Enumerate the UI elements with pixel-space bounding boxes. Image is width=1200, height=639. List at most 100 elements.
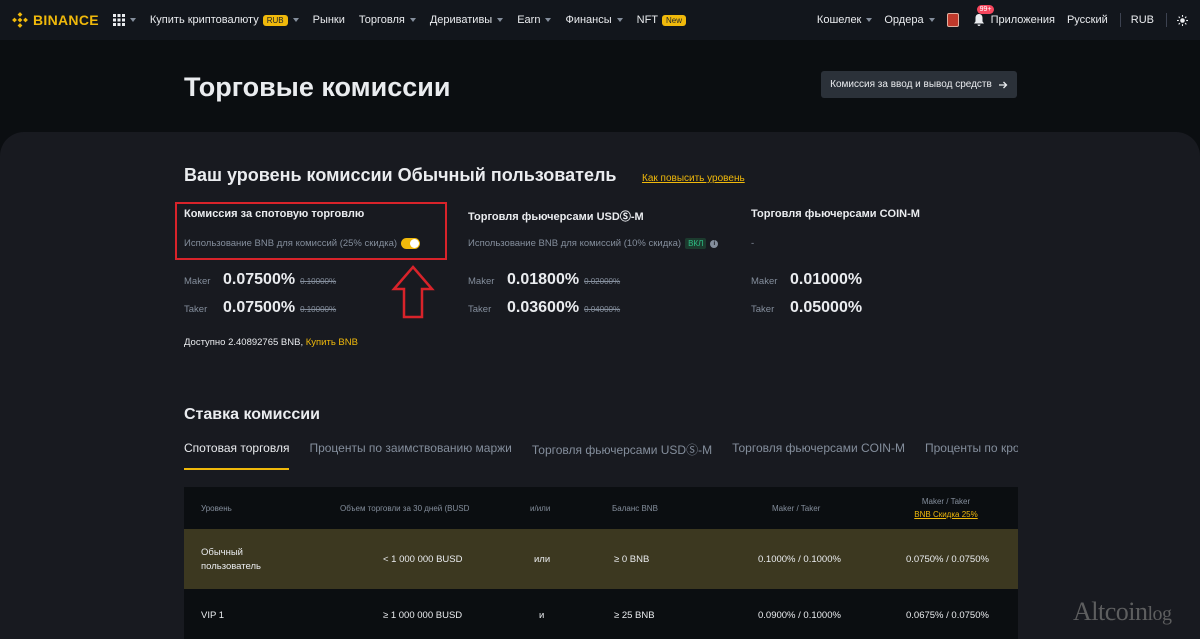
usdm-fee-title: Торговля фьючерсами USDⓈ-M: [468, 211, 644, 223]
top-nav: BINANCE Купить криптовалюту RUB Рынки То…: [0, 0, 1200, 40]
nav-label: Кошелек: [816, 14, 862, 26]
row-volume: < 1 000 000 BUSD: [383, 554, 463, 565]
coinm-fee-title: Торговля фьючерсами COIN-M: [751, 208, 920, 220]
fee-rate-title: Ставка комиссии: [184, 406, 320, 423]
tab-spot[interactable]: Спотовая торговля: [184, 440, 290, 470]
row-maker-taker: 0.0900% / 0.1000%: [758, 610, 841, 621]
nav-label: Ордера: [884, 14, 924, 26]
usdm-taker-row: Taker 0.03600% 0.04000%: [468, 299, 620, 317]
taker-rate: 0.03600%: [507, 299, 580, 316]
status-badge: ВКЛ: [685, 238, 707, 249]
tab-usdm-futures[interactable]: Торговля фьючерсами USDⓈ-M: [532, 440, 712, 470]
tab-margin-interest[interactable]: Проценты по заимствованию маржи: [309, 440, 511, 470]
bnb-balance-text: Доступно 2.40892765 BNB,: [184, 337, 304, 348]
chevron-down-icon: [292, 18, 299, 22]
coinm-maker-row: Maker 0.01000%: [751, 271, 867, 289]
nav-trade[interactable]: Торговля: [359, 14, 416, 26]
nav-nft[interactable]: NFT New: [636, 14, 687, 26]
chevron-down-icon: [928, 18, 935, 22]
divider: [1166, 13, 1167, 27]
theme-toggle-icon[interactable]: [1177, 14, 1188, 26]
upgrade-level-link[interactable]: Как повысить уровень: [642, 173, 745, 184]
maker-rate-old: 0.02000%: [584, 277, 621, 286]
arrow-right-icon: [998, 81, 1008, 88]
nav-label: Рынки: [312, 14, 345, 26]
notifications-button[interactable]: 99+: [973, 5, 995, 27]
tab-coinm-futures[interactable]: Торговля фьючерсами COIN-M: [732, 440, 905, 470]
maker-rate-old: 0.10000%: [300, 277, 337, 286]
fee-rate-tabs: Спотовая торговля Проценты по заимствова…: [184, 440, 1018, 470]
header-maker-taker-discount: Maker / Taker: [921, 497, 971, 506]
new-badge: New: [662, 14, 687, 26]
row-volume: ≥ 1 000 000 BUSD: [383, 610, 463, 621]
spot-taker-row: Taker 0.07500% 0.10000%: [184, 299, 336, 317]
row-andor: или: [534, 554, 551, 565]
spot-maker-row: Maker 0.07500% 0.10000%: [184, 271, 336, 289]
header-bnb-balance: Баланс BNB: [612, 504, 658, 513]
chevron-down-icon: [409, 18, 416, 22]
watermark-main: Altcoin: [1073, 597, 1148, 626]
maker-label: Maker: [468, 276, 495, 287]
rub-badge: RUB: [262, 14, 288, 26]
header-level: Уровень: [201, 504, 232, 513]
deposit-withdraw-fees-button[interactable]: Комиссия за ввод и вывод средств: [821, 71, 1017, 98]
taker-label: Taker: [751, 304, 775, 315]
nav-orders[interactable]: Ордера: [884, 14, 935, 26]
taker-rate: 0.07500%: [223, 299, 296, 316]
nav-derivatives[interactable]: Деривативы: [429, 14, 504, 26]
apps-grid-button[interactable]: [112, 14, 136, 26]
nav-right: Кошелек Ордера 99+ Приложения Русский RU…: [816, 5, 1188, 27]
logo-text: BINANCE: [33, 12, 99, 28]
coinm-taker-row: Taker 0.05000%: [751, 299, 867, 317]
annotation-highlight-box: [175, 202, 447, 260]
nav-currency[interactable]: RUB: [1131, 14, 1154, 26]
nav-earn[interactable]: Earn: [517, 14, 552, 26]
table-row: VIP 1 ≥ 1 000 000 BUSD и ≥ 25 BNB 0.0900…: [184, 589, 1018, 639]
bnb-discount-label: Использование BNB для комиссий (10% скид…: [468, 238, 682, 249]
nav-language[interactable]: Русский: [1067, 14, 1108, 26]
notification-count-badge: 99+: [976, 5, 995, 14]
chevron-down-icon: [616, 18, 623, 22]
usdm-maker-row: Maker 0.01800% 0.02000%: [468, 271, 620, 289]
row-maker-taker-discount: 0.0675% / 0.0750%: [906, 610, 989, 621]
nav-label: Earn: [517, 14, 541, 26]
header-andor: и/или: [530, 504, 551, 513]
nav-label: Русский: [1066, 14, 1108, 26]
nav-label: Финансы: [565, 14, 612, 26]
buy-bnb-link[interactable]: Купить BNB: [306, 337, 358, 348]
watermark: Altcoinlog: [1073, 597, 1172, 627]
binance-logo[interactable]: BINANCE: [12, 12, 99, 28]
watermark-suffix: log: [1147, 603, 1173, 625]
info-icon[interactable]: i: [710, 239, 719, 248]
tab-cross-interest[interactable]: Проценты по кросс-обе: [925, 440, 1018, 470]
fee-level-title: Ваш уровень комиссии Обычный пользовател…: [184, 165, 617, 185]
maker-rate: 0.01800%: [507, 271, 580, 288]
row-bnb: ≥ 0 BNB: [614, 554, 650, 565]
maker-label: Maker: [184, 276, 211, 287]
nav-markets[interactable]: Рынки: [313, 14, 345, 26]
maker-rate: 0.01000%: [790, 271, 863, 288]
table-row: Обычный пользователь < 1 000 000 BUSD ил…: [184, 529, 1018, 589]
nav-label: Деривативы: [429, 14, 493, 26]
nav-finance[interactable]: Финансы: [565, 14, 623, 26]
row-level: Обычный пользователь: [201, 547, 261, 572]
row-bnb: ≥ 25 BNB: [614, 610, 655, 621]
nav-wallet[interactable]: Кошелек: [816, 14, 873, 26]
fee-rate-table: Уровень Объем торговли за 30 дней (BUSD …: [184, 487, 1018, 639]
nav-label: NFT: [636, 14, 659, 26]
coinm-bnb-discount: -: [751, 238, 754, 249]
table-header: Уровень Объем торговли за 30 дней (BUSD …: [184, 487, 1018, 529]
nav-apps[interactable]: Приложения: [991, 14, 1055, 26]
chevron-down-icon: [129, 18, 136, 22]
grid-icon: [112, 14, 125, 26]
row-maker-taker: 0.1000% / 0.1000%: [758, 554, 841, 565]
taker-rate-old: 0.10000%: [300, 305, 337, 314]
bnb-available: Доступно 2.40892765 BNB, Купить BNB: [184, 337, 358, 348]
bnb-discount-link[interactable]: BNB Скидка 25%: [896, 510, 996, 519]
page-title: Торговые комиссии: [184, 72, 451, 102]
nav-buy-crypto[interactable]: Купить криптовалюту RUB: [150, 14, 299, 26]
chevron-down-icon: [497, 18, 504, 22]
binance-logo-icon: [12, 12, 28, 28]
profile-ticket-icon[interactable]: [946, 13, 959, 27]
taker-label: Taker: [184, 304, 208, 315]
